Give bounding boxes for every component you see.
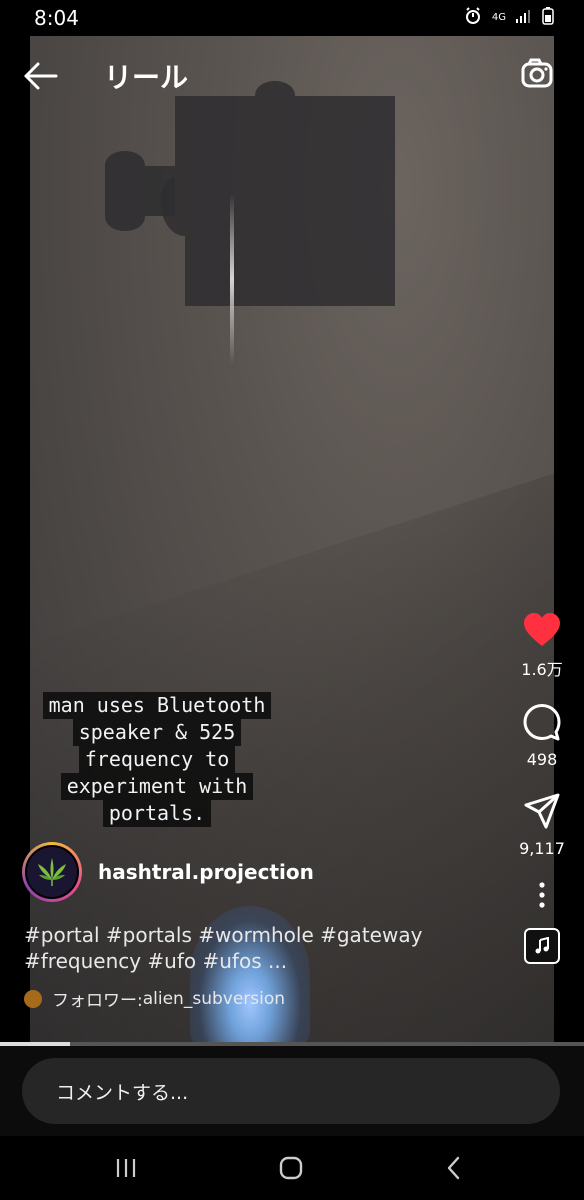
caption-line: frequency to (78, 746, 236, 773)
comment-input[interactable]: コメントする... (22, 1058, 560, 1124)
hashtags-line: #portal #portals #wormhole #gateway (24, 923, 423, 947)
username[interactable]: hashtral.projection (98, 860, 314, 884)
caption-line: man uses Bluetooth (42, 692, 272, 719)
status-bar: 8:04 4G (0, 0, 584, 36)
hashtags-line: #frequency #ufo #ufos ... (24, 949, 288, 973)
more-vertical-icon (539, 882, 545, 908)
audio-button[interactable] (524, 928, 560, 964)
action-column: 1.6万 498 9,117 (510, 612, 574, 964)
camera-button[interactable] (520, 56, 556, 92)
home-button[interactable] (271, 1152, 311, 1184)
cannabis-leaf-icon (25, 845, 79, 899)
alarm-icon (464, 7, 482, 29)
comment-count: 498 (526, 750, 558, 769)
follower-avatar (24, 989, 42, 1008)
comment-button[interactable]: 498 (510, 702, 574, 769)
more-options-button[interactable] (510, 880, 574, 920)
comment-area: コメントする... (0, 1046, 584, 1136)
system-nav-bar (0, 1136, 584, 1200)
status-icons: 4G (464, 7, 554, 29)
network-type: 4G (491, 12, 506, 23)
battery-icon (542, 7, 554, 29)
avatar[interactable] (22, 842, 82, 902)
recent-apps-button[interactable] (106, 1152, 146, 1184)
music-note-icon (535, 937, 549, 954)
comment-placeholder: コメントする... (56, 1081, 189, 1104)
share-button[interactable]: 9,117 (510, 791, 574, 858)
top-bar: リール (0, 36, 584, 114)
like-button[interactable]: 1.6万 (510, 612, 574, 680)
back-button[interactable] (22, 56, 62, 96)
system-back-button[interactable] (434, 1152, 474, 1184)
back-arrow-icon (24, 62, 58, 90)
caption-line: experiment with (60, 773, 254, 800)
home-icon (279, 1156, 303, 1180)
followed-by-row[interactable]: フォロワー: alien_subversion (24, 986, 285, 1011)
page-title: リール (104, 61, 189, 94)
status-time: 8:04 (34, 6, 79, 30)
light-streak (230, 194, 234, 364)
share-count: 9,117 (519, 839, 565, 858)
camera-icon (521, 58, 553, 88)
caption-line: speaker & 525 (72, 719, 242, 746)
chevron-left-icon (447, 1156, 460, 1180)
comment-bubble-icon (523, 704, 561, 741)
send-icon (524, 793, 560, 829)
signal-icon (516, 9, 532, 27)
recent-apps-icon (116, 1159, 136, 1177)
author-row[interactable]: hashtral.projection (22, 842, 314, 902)
caption-line: portals. (102, 800, 212, 827)
video-caption: man uses Bluetooth speaker & 525 frequen… (32, 692, 282, 827)
follower-prefix: フォロワー: (52, 991, 143, 1011)
follower-name: alien_subversion (142, 988, 286, 1009)
heart-icon (524, 613, 560, 646)
post-caption[interactable]: #portal #portals #wormhole #gateway #fre… (24, 922, 464, 974)
like-count: 1.6万 (521, 660, 563, 679)
